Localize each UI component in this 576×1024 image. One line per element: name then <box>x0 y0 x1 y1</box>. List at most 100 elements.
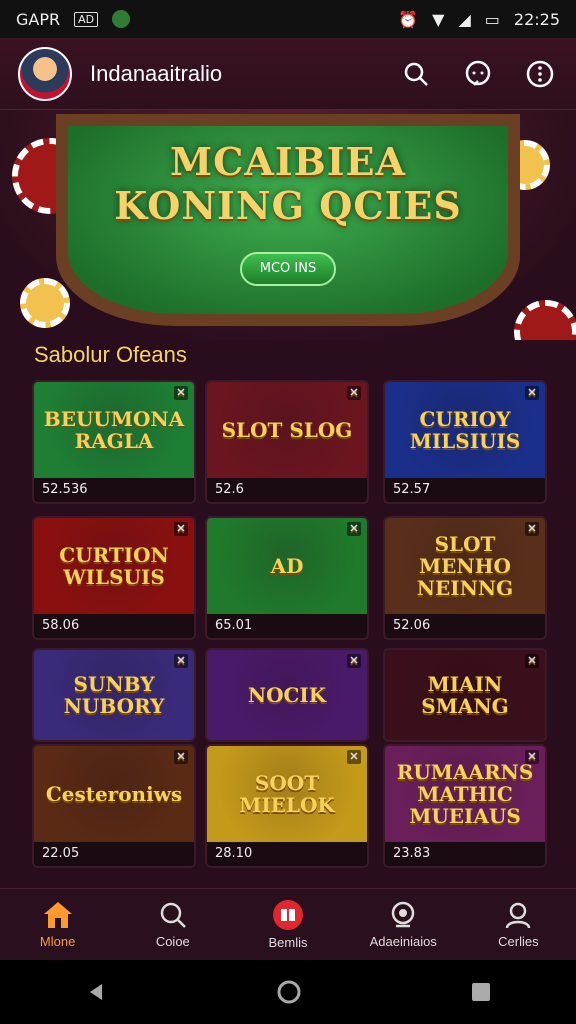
game-thumbnail: BEUUMONA RAGLA ✕ <box>34 382 194 478</box>
status-bar: GAPR AD ⏰ ▼ ◢ ▭ 22:25 <box>0 0 576 38</box>
nav-home[interactable]: Mlone <box>0 889 115 960</box>
hero-banner[interactable]: MCAIBIEA KONING QCIES MCO INS <box>0 110 576 340</box>
home-button-icon[interactable] <box>276 979 302 1005</box>
alarm-icon: ⏰ <box>398 9 419 29</box>
game-thumbnail: SLOT MENHO NEINNG ✕ <box>385 518 545 614</box>
hero-title: MCAIBIEA KONING QCIES <box>68 140 508 228</box>
bell-icon <box>391 901 415 928</box>
game-card[interactable]: SLOT MENHO NEINNG ✕ 52.06 <box>383 516 547 640</box>
game-title: NOCIK <box>247 683 327 707</box>
nav-search[interactable]: Coioe <box>115 889 230 960</box>
hero-play-button[interactable]: MCO INS <box>240 252 336 286</box>
game-caption: 52.57 <box>385 478 545 502</box>
game-card[interactable]: SUNBY NUBORY ✕ <box>32 648 196 742</box>
nav-bonus[interactable]: Bemlis <box>230 889 345 960</box>
gift-icon <box>273 900 303 930</box>
close-icon[interactable]: ✕ <box>347 386 361 400</box>
chip-icon <box>20 278 70 328</box>
profile-icon <box>506 902 531 929</box>
section-title: Sabolur Ofeans <box>34 342 187 367</box>
home-icon <box>43 902 72 928</box>
more-options-icon[interactable] <box>522 56 558 92</box>
game-card[interactable]: NOCIK ✕ <box>205 648 369 742</box>
close-icon[interactable]: ✕ <box>347 750 361 764</box>
close-icon[interactable]: ✕ <box>525 386 539 400</box>
close-icon[interactable]: ✕ <box>525 522 539 536</box>
game-thumbnail: RUMAARNS MATHIC MUEIAUS ✕ <box>385 746 545 842</box>
game-card[interactable]: RUMAARNS MATHIC MUEIAUS ✕ 23.83 <box>383 744 547 868</box>
chat-icon[interactable] <box>460 56 496 92</box>
hero-title-line2: KONING QCIES <box>114 183 462 228</box>
roulette-icon <box>514 300 576 340</box>
game-title: SLOT SLOG <box>221 418 353 442</box>
signal-icon: ◢ <box>458 9 471 29</box>
status-time: 22:25 <box>513 9 560 29</box>
nav-notifications[interactable]: Adaeiniaios <box>346 889 461 960</box>
game-caption: 52.06 <box>385 614 545 638</box>
nav-label: Adaeiniaios <box>369 934 437 949</box>
game-title: SLOT MENHO NEINNG <box>416 532 514 600</box>
game-thumbnail: AD ✕ <box>207 518 367 614</box>
app-title: Indanaaitralio <box>90 60 223 86</box>
status-box-icon: AD <box>74 11 99 27</box>
game-title: BEUUMONA RAGLA <box>43 407 185 453</box>
nav-label: Bemlis <box>268 935 308 950</box>
game-caption: 23.83 <box>385 842 545 866</box>
game-thumbnail: SLOT SLOG ✕ <box>207 382 367 478</box>
game-thumbnail: CURIOY MILSIUIS ✕ <box>385 382 545 478</box>
game-title: MIAIN SMANG <box>421 672 509 718</box>
bottom-nav: Mlone Coioe Bemlis Adaeiniaios Cerlies <box>0 888 576 960</box>
search-icon <box>160 902 186 928</box>
game-thumbnail: Cesteroniws ✕ <box>34 746 194 842</box>
search-icon[interactable] <box>398 56 434 92</box>
game-caption: 52.6 <box>207 478 367 502</box>
back-icon[interactable] <box>84 980 108 1004</box>
close-icon[interactable]: ✕ <box>174 522 188 536</box>
game-title: Cesteroniws <box>45 782 183 806</box>
nav-label: Cerlies <box>498 934 539 949</box>
game-card[interactable]: CURIOY MILSIUIS ✕ 52.57 <box>383 380 547 504</box>
game-caption: 65.01 <box>207 614 367 638</box>
recents-icon[interactable] <box>470 981 492 1003</box>
nav-label: Mlone <box>39 934 76 949</box>
close-icon[interactable]: ✕ <box>174 654 188 668</box>
game-title: RUMAARNS MATHIC MUEIAUS <box>396 760 534 828</box>
game-card[interactable]: CURTION WILSUIS ✕ 58.06 <box>32 516 196 640</box>
game-thumbnail: MIAIN SMANG ✕ <box>385 650 545 740</box>
avatar[interactable] <box>18 46 72 101</box>
close-icon[interactable]: ✕ <box>174 750 188 764</box>
game-card[interactable]: SLOT SLOG ✕ 52.6 <box>205 380 369 504</box>
system-nav-bar <box>0 960 576 1024</box>
nav-profile[interactable]: Cerlies <box>461 889 576 960</box>
status-left-text: GAPR <box>16 9 61 29</box>
game-card[interactable]: BEUUMONA RAGLA ✕ 52.536 <box>32 380 196 504</box>
table-felt: MCAIBIEA KONING QCIES MCO INS <box>68 126 508 314</box>
game-title: SOOT MIELOK <box>239 771 335 817</box>
game-thumbnail: SOOT MIELOK ✕ <box>207 746 367 842</box>
battery-icon: ▭ <box>484 9 500 29</box>
close-icon[interactable]: ✕ <box>525 654 539 668</box>
game-title: SUNBY NUBORY <box>63 672 165 718</box>
status-app-icon <box>112 10 131 28</box>
game-card[interactable]: Cesteroniws ✕ 22.05 <box>32 744 196 868</box>
close-icon[interactable]: ✕ <box>347 522 361 536</box>
game-thumbnail: CURTION WILSUIS ✕ <box>34 518 194 614</box>
game-title: CURTION WILSUIS <box>59 543 169 589</box>
poker-table: MCAIBIEA KONING QCIES MCO INS <box>56 114 520 326</box>
close-icon[interactable]: ✕ <box>174 386 188 400</box>
game-caption: 58.06 <box>34 614 194 638</box>
game-card[interactable]: SOOT MIELOK ✕ 28.10 <box>205 744 369 868</box>
close-icon[interactable]: ✕ <box>347 654 361 668</box>
game-title: CURIOY MILSIUIS <box>409 407 521 453</box>
game-thumbnail: SUNBY NUBORY ✕ <box>34 650 194 740</box>
hero-title-line1: MCAIBIEA <box>170 139 406 184</box>
wifi-icon: ▼ <box>432 9 445 29</box>
game-card[interactable]: MIAIN SMANG ✕ <box>383 648 547 742</box>
close-icon[interactable]: ✕ <box>525 750 539 764</box>
game-card[interactable]: AD ✕ 65.01 <box>205 516 369 640</box>
nav-label: Coioe <box>155 934 190 949</box>
game-caption: 22.05 <box>34 842 194 866</box>
game-caption: 52.536 <box>34 478 194 502</box>
game-caption: 28.10 <box>207 842 367 866</box>
game-title: AD <box>270 554 304 578</box>
